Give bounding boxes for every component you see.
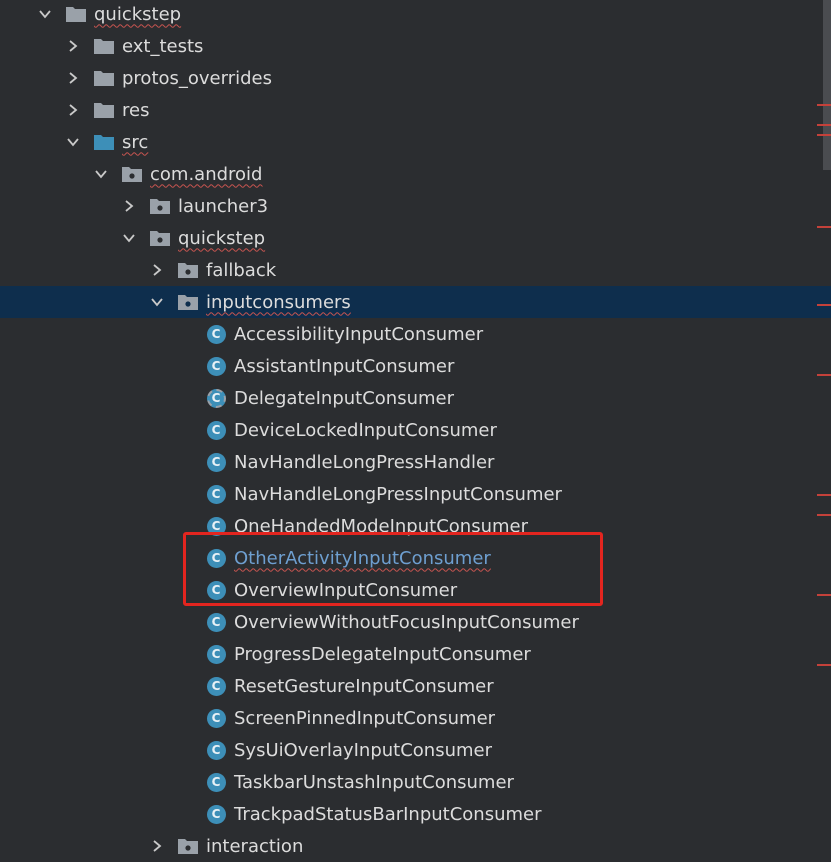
tree-item-label: TaskbarUnstashInputConsumer <box>234 771 514 793</box>
tree-item-class[interactable]: C NavHandleLongPressInputConsumer <box>0 478 831 510</box>
tree-item-label: SysUiOverlayInputConsumer <box>234 739 493 761</box>
error-stripe-marker[interactable] <box>817 104 831 106</box>
tree-item-label: ResetGestureInputConsumer <box>234 675 494 697</box>
tree-item-label: quickstep <box>94 3 182 25</box>
tree-item-launcher3[interactable]: launcher3 <box>0 190 831 222</box>
tree-item-label: DeviceLockedInputConsumer <box>234 419 497 441</box>
chevron-down-icon[interactable] <box>121 230 137 246</box>
tree-item-quickstep-root[interactable]: quickstep <box>0 0 831 30</box>
tree-item-label: inputconsumers <box>206 291 351 313</box>
chevron-down-icon[interactable] <box>93 166 109 182</box>
tree-item-label: quickstep <box>178 227 266 249</box>
tree-item-label: TrackpadStatusBarInputConsumer <box>234 803 542 825</box>
tree-item-ext-tests[interactable]: ext_tests <box>0 30 831 62</box>
class-icon: C <box>205 484 227 504</box>
package-icon <box>121 164 143 184</box>
error-stripe-marker[interactable] <box>817 494 831 496</box>
error-stripe-marker[interactable] <box>817 124 831 126</box>
package-icon <box>177 292 199 312</box>
chevron-right-icon[interactable] <box>65 38 81 54</box>
error-stripe-marker[interactable] <box>817 374 831 376</box>
vertical-scrollbar[interactable] <box>823 0 831 170</box>
package-icon <box>177 836 199 856</box>
tree-item-label: OverviewWithoutFocusInputConsumer <box>234 611 579 633</box>
error-stripe-marker[interactable] <box>817 594 831 596</box>
tree-item-label: ProgressDelegateInputConsumer <box>234 643 531 665</box>
folder-icon <box>93 100 115 120</box>
tree-item-label: interaction <box>206 835 304 857</box>
tree-item-protos-overrides[interactable]: protos_overrides <box>0 62 831 94</box>
tree-item-interaction[interactable]: interaction <box>0 830 831 862</box>
package-icon <box>149 228 171 248</box>
tree-item-label: AccessibilityInputConsumer <box>234 323 484 345</box>
tree-item-label: src <box>122 131 149 153</box>
tree-item-class[interactable]: C NavHandleLongPressHandler <box>0 446 831 478</box>
chevron-right-icon[interactable] <box>149 262 165 278</box>
chevron-right-icon[interactable] <box>121 198 137 214</box>
tree-item-label: launcher3 <box>178 195 269 217</box>
tree-item-src[interactable]: src <box>0 126 831 158</box>
error-stripe-marker[interactable] <box>817 304 831 306</box>
error-stripe-marker[interactable] <box>817 514 831 516</box>
tree-item-label: protos_overrides <box>122 67 272 89</box>
class-icon: C <box>205 676 227 696</box>
tree-item-class[interactable]: C ProgressDelegateInputConsumer <box>0 638 831 670</box>
class-icon: C <box>205 612 227 632</box>
tree-item-class[interactable]: C DelegateInputConsumer <box>0 382 831 414</box>
chevron-right-icon[interactable] <box>149 838 165 854</box>
class-icon: C <box>205 324 227 344</box>
class-icon: C <box>205 740 227 760</box>
tree-item-com-android[interactable]: com.android <box>0 158 831 190</box>
source-folder-icon <box>93 132 115 152</box>
chevron-right-icon[interactable] <box>65 102 81 118</box>
tree-item-class[interactable]: C SysUiOverlayInputConsumer <box>0 734 831 766</box>
folder-icon <box>65 4 87 24</box>
error-stripe-marker[interactable] <box>817 134 831 136</box>
tree-item-label: res <box>122 99 150 121</box>
chevron-right-icon[interactable] <box>65 70 81 86</box>
highlight-box <box>183 532 603 606</box>
tree-item-res[interactable]: res <box>0 94 831 126</box>
folder-icon <box>93 68 115 88</box>
class-icon: C <box>205 708 227 728</box>
tree-item-label: com.android <box>150 163 263 185</box>
chevron-down-icon[interactable] <box>37 6 53 22</box>
class-icon: C <box>205 804 227 824</box>
tree-item-class[interactable]: C DeviceLockedInputConsumer <box>0 414 831 446</box>
tree-item-class[interactable]: C ResetGestureInputConsumer <box>0 670 831 702</box>
tree-item-class[interactable]: C ScreenPinnedInputConsumer <box>0 702 831 734</box>
tree-item-inputconsumers[interactable]: inputconsumers <box>0 286 831 318</box>
class-icon: C <box>205 356 227 376</box>
tree-item-label: DelegateInputConsumer <box>234 387 454 409</box>
error-stripe-marker[interactable] <box>817 226 831 228</box>
chevron-down-icon[interactable] <box>149 294 165 310</box>
tree-item-quickstep-package[interactable]: quickstep <box>0 222 831 254</box>
tree-item-class[interactable]: C AccessibilityInputConsumer <box>0 318 831 350</box>
error-stripe-marker[interactable] <box>817 664 831 666</box>
tree-item-label: ext_tests <box>122 35 204 57</box>
class-icon: C <box>205 644 227 664</box>
tree-item-class[interactable]: C AssistantInputConsumer <box>0 350 831 382</box>
tree-item-label: ScreenPinnedInputConsumer <box>234 707 496 729</box>
class-icon: C <box>205 452 227 472</box>
tree-item-label: fallback <box>206 259 277 281</box>
tree-item-class[interactable]: C TaskbarUnstashInputConsumer <box>0 766 831 798</box>
package-icon <box>149 196 171 216</box>
chevron-down-icon[interactable] <box>65 134 81 150</box>
abstract-class-icon: C <box>205 388 227 408</box>
class-icon: C <box>205 420 227 440</box>
folder-icon <box>93 36 115 56</box>
class-icon: C <box>205 772 227 792</box>
tree-item-label: NavHandleLongPressHandler <box>234 451 495 473</box>
tree-item-label: AssistantInputConsumer <box>234 355 455 377</box>
package-icon <box>177 260 199 280</box>
tree-item-class[interactable]: C OverviewWithoutFocusInputConsumer <box>0 606 831 638</box>
tree-item-label: NavHandleLongPressInputConsumer <box>234 483 562 505</box>
tree-item-fallback[interactable]: fallback <box>0 254 831 286</box>
tree-item-class[interactable]: C TrackpadStatusBarInputConsumer <box>0 798 831 830</box>
